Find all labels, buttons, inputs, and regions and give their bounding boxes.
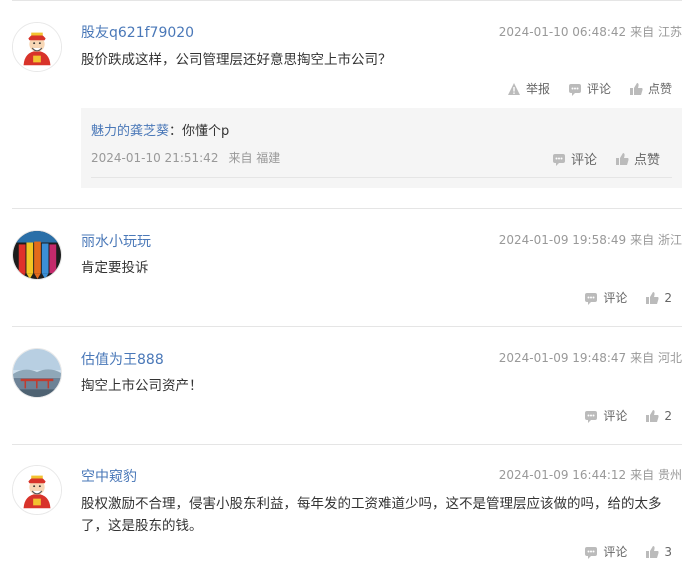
reply-divider bbox=[91, 177, 672, 178]
reply-text: 你懂个p bbox=[182, 124, 230, 139]
comment-time: 2024-01-10 06:48:42 bbox=[498, 25, 627, 39]
avatar[interactable] bbox=[12, 465, 62, 515]
reply-time: 2024-01-10 21:51:42 bbox=[91, 151, 219, 165]
username[interactable]: 股友q621f79020 bbox=[81, 22, 194, 42]
username[interactable]: 估值为王888 bbox=[81, 349, 164, 369]
warning-icon bbox=[507, 82, 520, 95]
comment-icon bbox=[585, 546, 598, 559]
comment-icon bbox=[568, 83, 581, 96]
comment-meta: 2024-01-09 19:58:49 来自 浙江 bbox=[499, 231, 682, 248]
comment-actions: 举报 评论 点赞 bbox=[507, 80, 672, 97]
comment-meta: 2024-01-09 16:44:12 来自 贵州 bbox=[499, 466, 682, 483]
comment-location: 来自 河北 bbox=[630, 351, 682, 365]
comment-item: 空中窥豹 2024-01-09 16:44:12 来自 贵州 股权激励不合理，侵害… bbox=[0, 445, 694, 581]
report-button[interactable]: 举报 bbox=[507, 80, 550, 97]
reply-actions: 评论 点赞 bbox=[552, 149, 660, 168]
comment-icon bbox=[552, 153, 565, 166]
comment-icon bbox=[585, 410, 598, 423]
thumbs-up-icon bbox=[615, 152, 629, 165]
comment-location: 来自 贵州 bbox=[630, 468, 682, 482]
like-button[interactable]: 2 bbox=[645, 409, 672, 423]
avatar[interactable] bbox=[12, 348, 62, 398]
username[interactable]: 丽水小玩玩 bbox=[81, 231, 151, 251]
comment-location: 来自 江苏 bbox=[630, 25, 682, 39]
thumbs-up-icon bbox=[646, 291, 659, 304]
comment-text: 股权激励不合理，侵害小股东利益，每年发的工资难道少吗，这不是管理层应该做的吗，给… bbox=[81, 496, 662, 534]
thumbs-up-icon bbox=[646, 409, 659, 422]
comment-meta: 2024-01-09 19:48:47 来自 河北 bbox=[499, 349, 682, 366]
comment-actions: 评论 3 bbox=[584, 543, 672, 560]
comment-meta: 2024-01-10 06:48:42 来自 江苏 bbox=[499, 23, 682, 40]
like-button[interactable]: 点赞 bbox=[629, 80, 672, 97]
avatar[interactable] bbox=[12, 230, 62, 280]
reply-line: 魅力的龚芝葵：你懂个p bbox=[91, 124, 230, 139]
comment-item: 估值为王888 2024-01-09 19:48:47 来自 河北 掏空上市公司资… bbox=[0, 327, 694, 444]
reply-box: 魅力的龚芝葵：你懂个p 2024-01-10 21:51:42 来自 福建 评论 … bbox=[81, 108, 682, 188]
reply-location: 来自 福建 bbox=[228, 151, 281, 165]
thumbs-up-icon bbox=[629, 82, 643, 95]
like-button[interactable]: 3 bbox=[645, 545, 672, 559]
comment-actions: 评论 2 bbox=[584, 289, 672, 306]
crayons-avatar-icon bbox=[13, 231, 61, 279]
landscape-avatar-icon bbox=[13, 349, 61, 397]
comment-time: 2024-01-09 19:58:49 bbox=[498, 233, 627, 247]
reply-meta: 2024-01-10 21:51:42 来自 福建 bbox=[91, 149, 280, 166]
username[interactable]: 空中窥豹 bbox=[81, 466, 137, 486]
avatar[interactable] bbox=[12, 22, 62, 72]
caishen-avatar-icon bbox=[13, 23, 61, 71]
thumbs-up-icon bbox=[646, 545, 659, 558]
comment-time: 2024-01-09 16:44:12 bbox=[498, 468, 627, 482]
comment-text: 股价跌成这样，公司管理层还好意思掏空上市公司？ bbox=[81, 52, 392, 68]
comment-button[interactable]: 评论 bbox=[584, 543, 627, 560]
like-button[interactable]: 2 bbox=[645, 291, 672, 305]
comment-location: 来自 浙江 bbox=[630, 233, 682, 247]
comment-text: 掏空上市公司资产！ bbox=[81, 378, 203, 394]
comment-button[interactable]: 评论 bbox=[568, 80, 611, 97]
comment-button[interactable]: 评论 bbox=[584, 289, 627, 306]
comment-button[interactable]: 评论 bbox=[584, 407, 627, 424]
comment-item: 股友q621f79020 2024-01-10 06:48:42 来自 江苏 股价… bbox=[0, 0, 694, 208]
comment-item: 丽水小玩玩 2024-01-09 19:58:49 来自 浙江 肯定要投诉 评论 … bbox=[0, 209, 694, 326]
reply-like-button[interactable]: 点赞 bbox=[615, 149, 660, 168]
reply-comment-button[interactable]: 评论 bbox=[552, 149, 597, 168]
caishen-avatar-icon bbox=[13, 466, 61, 514]
comment-actions: 评论 2 bbox=[584, 407, 672, 424]
comment-text: 肯定要投诉 bbox=[81, 260, 149, 276]
comment-icon bbox=[585, 292, 598, 305]
comment-time: 2024-01-09 19:48:47 bbox=[498, 351, 627, 365]
reply-username[interactable]: 魅力的龚芝葵 bbox=[91, 124, 169, 139]
